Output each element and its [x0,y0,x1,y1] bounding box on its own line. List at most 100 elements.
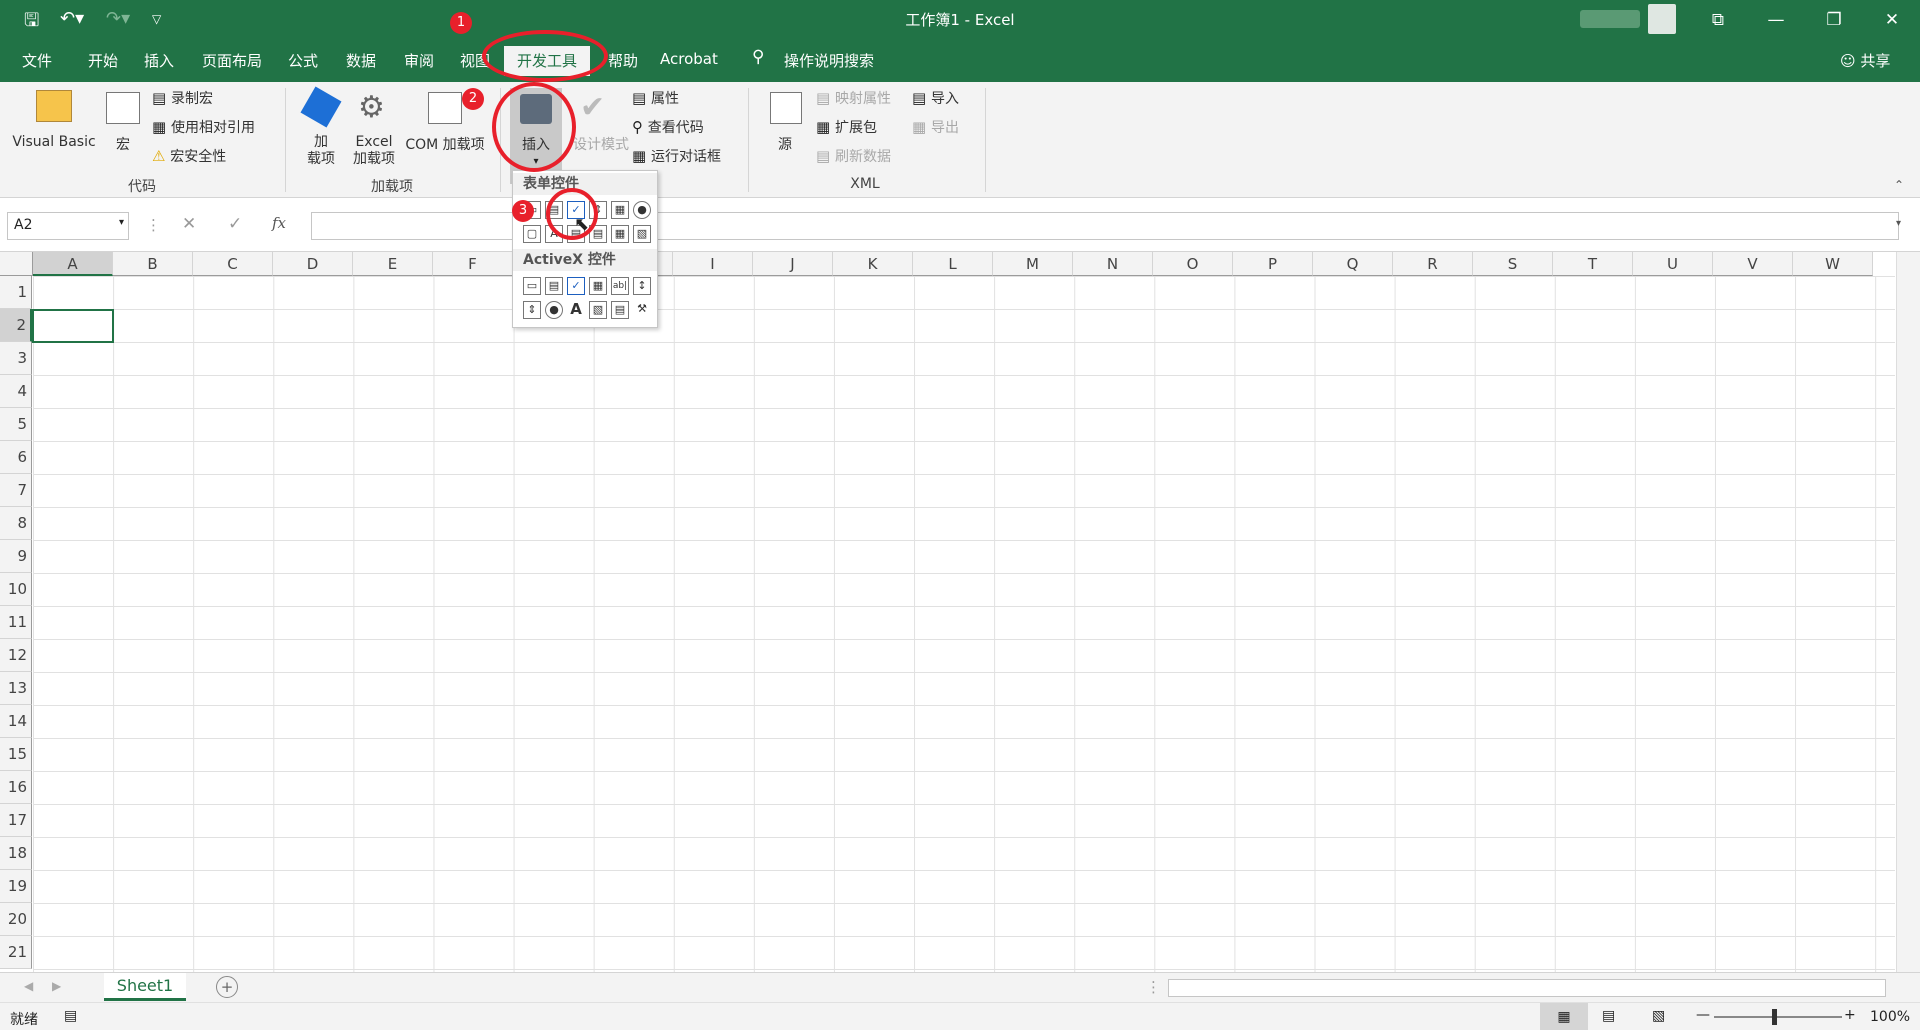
column-header[interactable]: Q [1313,252,1393,276]
row-header[interactable]: 1 [0,276,32,309]
import-button[interactable]: ▤ 导入 [912,88,959,108]
horizontal-scrollbar[interactable] [1168,979,1886,997]
column-header[interactable]: U [1633,252,1713,276]
row-header[interactable]: 6 [0,441,32,474]
row-header[interactable]: 7 [0,474,32,507]
minimize-icon[interactable]: — [1754,6,1798,34]
row-header[interactable]: 2 [0,309,32,342]
row-header[interactable]: 3 [0,342,32,375]
listbox-control-icon[interactable]: ▦ [611,201,629,219]
select-all-corner[interactable] [0,252,33,276]
tab-file[interactable]: 文件 [22,50,52,71]
tab-review[interactable]: 审阅 [404,50,434,71]
macro-security-button[interactable]: ⚠ 宏安全性 [152,146,226,166]
column-header[interactable]: S [1473,252,1553,276]
normal-view-icon[interactable]: ▦ [1540,1003,1588,1030]
column-header[interactable]: W [1793,252,1873,276]
vertical-scrollbar[interactable] [1896,252,1920,972]
cell-area[interactable] [33,276,1895,972]
visual-basic-button[interactable]: Visual Basic [12,88,96,158]
tab-acrobat[interactable]: Acrobat [660,50,718,68]
selected-cell[interactable] [32,309,114,343]
column-header[interactable]: J [753,252,833,276]
combo-list-control-icon[interactable]: ▦ [611,225,629,243]
zoom-in-icon[interactable]: + [1844,1007,1856,1023]
relative-ref-button[interactable]: ▦ 使用相对引用 [152,117,255,137]
refresh-data-button[interactable]: ▤ 刷新数据 [816,146,891,166]
activex-more-controls-icon[interactable]: ⚒ [633,301,651,319]
row-header[interactable]: 21 [0,936,32,969]
column-header[interactable]: A [33,252,113,276]
name-box[interactable]: A2 ▾ [7,212,129,240]
macro-record-icon[interactable]: ▤ [64,1008,77,1024]
groupbox-control-icon[interactable]: ▢ [523,225,541,243]
ribbon-display-icon[interactable]: ⧉ [1696,6,1740,34]
column-header[interactable]: B [113,252,193,276]
tab-insert[interactable]: 插入 [144,50,174,71]
column-header[interactable]: M [993,252,1073,276]
insert-function-button[interactable]: fx [272,214,286,232]
column-header[interactable]: O [1153,252,1233,276]
add-sheet-button[interactable]: + [216,976,238,998]
zoom-out-icon[interactable]: — [1696,1007,1710,1023]
row-header[interactable]: 8 [0,507,32,540]
properties-button[interactable]: ▤ 属性 [632,88,679,108]
column-header[interactable]: I [673,252,753,276]
row-header[interactable]: 15 [0,738,32,771]
column-header[interactable]: T [1553,252,1633,276]
activex-textbox-icon[interactable]: ab| [611,277,629,295]
option-button-icon[interactable]: ● [633,201,651,219]
row-header[interactable]: 17 [0,804,32,837]
record-macro-button[interactable]: ▤ 录制宏 [152,88,213,108]
column-header[interactable]: P [1233,252,1313,276]
xml-source-button[interactable]: 源 [762,88,808,158]
tab-page-layout[interactable]: 页面布局 [202,50,262,71]
prev-sheet-icon[interactable]: ◀ [24,979,33,993]
run-dialog-button[interactable]: ▦ 运行对话框 [632,146,721,166]
column-header[interactable]: V [1713,252,1793,276]
row-header[interactable]: 10 [0,573,32,606]
addins-button[interactable]: 加 载项 [298,86,344,174]
tab-formulas[interactable]: 公式 [288,50,318,71]
activex-button-icon[interactable]: ▭ [523,277,541,295]
column-header[interactable]: R [1393,252,1473,276]
zoom-slider[interactable] [1714,1016,1842,1018]
activex-checkbox-icon[interactable]: ✓ [567,277,585,295]
activex-image-icon[interactable]: ▧ [589,301,607,319]
row-header[interactable]: 4 [0,375,32,408]
column-header[interactable]: D [273,252,353,276]
excel-addins-button[interactable]: ⚙ Excel 加载项 [348,88,400,174]
zoom-level[interactable]: 100% [1870,1009,1910,1025]
activex-combobox-icon[interactable]: ▤ [545,277,563,295]
next-sheet-icon[interactable]: ▶ [52,979,61,993]
expand-formula-icon[interactable]: ▾ [1896,218,1901,229]
enter-icon[interactable]: ✓ [228,214,242,234]
row-header[interactable]: 9 [0,540,32,573]
page-break-view-icon[interactable]: ▧ [1652,1008,1665,1024]
avatar[interactable] [1648,4,1676,34]
row-header[interactable]: 5 [0,408,32,441]
tell-me-search[interactable]: 操作说明搜索 [784,50,874,71]
activex-label-icon[interactable]: A [567,301,585,319]
row-header[interactable]: 12 [0,639,32,672]
column-header[interactable]: K [833,252,913,276]
activex-scrollbar-icon[interactable]: ↕ [633,277,651,295]
tab-help[interactable]: 帮助 [608,50,638,71]
column-header[interactable]: N [1073,252,1153,276]
column-header[interactable]: L [913,252,993,276]
column-header[interactable]: F [433,252,513,276]
row-header[interactable]: 19 [0,870,32,903]
row-header[interactable]: 14 [0,705,32,738]
sheet-tab-sheet1[interactable]: Sheet1 [104,973,186,1001]
zoom-slider-thumb[interactable] [1772,1009,1777,1025]
row-header[interactable]: 11 [0,606,32,639]
activex-listbox-icon[interactable]: ▦ [589,277,607,295]
split-handle-icon[interactable]: ⋮ [1146,978,1161,996]
row-header[interactable]: 13 [0,672,32,705]
tab-data[interactable]: 数据 [346,50,376,71]
view-code-button[interactable]: ⚲ 查看代码 [632,117,704,137]
chevron-down-icon[interactable]: ▾ [119,217,124,228]
share-button[interactable]: ☺ 共享 [1840,50,1890,71]
export-button[interactable]: ▦ 导出 [912,117,959,137]
tab-home[interactable]: 开始 [88,50,118,71]
